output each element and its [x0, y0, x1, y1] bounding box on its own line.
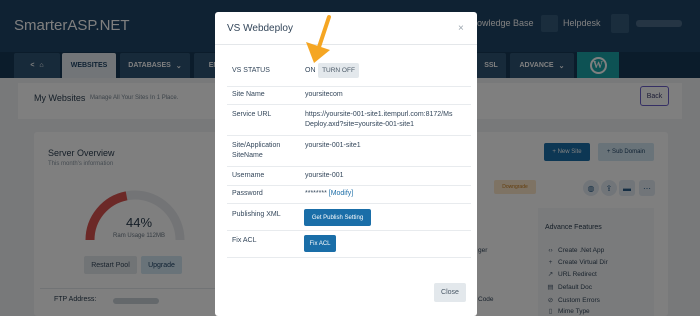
service-url-line1: https://yoursite-001-site1.itempurl.com:…	[305, 111, 453, 118]
site-name-label: Site Name	[232, 91, 265, 98]
username-value: yoursite-001	[305, 172, 344, 179]
app-sitename-label-line2: SiteName	[232, 152, 263, 159]
close-button[interactable]: Close	[434, 283, 466, 302]
row-divider	[227, 203, 471, 204]
service-url-line2: Deploy.axd?site=yoursite-001-site1	[305, 121, 415, 128]
get-publish-setting-button[interactable]: Get Publish Setting	[304, 209, 371, 226]
username-label: Username	[232, 172, 265, 179]
app-sitename-label-line1: Site/Application	[232, 142, 281, 149]
row-divider	[227, 230, 471, 231]
fix-acl-label: Fix ACL	[232, 237, 257, 244]
password-value: ********	[305, 190, 327, 197]
row-divider	[227, 185, 471, 186]
row-divider	[227, 135, 471, 136]
vs-status-value: ON	[305, 67, 316, 74]
service-url-label: Service URL	[232, 111, 272, 118]
modal-header-divider	[215, 44, 477, 45]
vs-status-label: VS STATUS	[232, 67, 270, 74]
turn-off-button[interactable]: TURN OFF	[318, 63, 359, 78]
modal-title: VS Webdeploy	[227, 23, 293, 34]
row-divider	[227, 86, 471, 87]
password-label: Password	[232, 190, 263, 197]
close-icon[interactable]: ×	[458, 23, 464, 34]
vs-webdeploy-modal	[215, 12, 477, 316]
modify-password-link[interactable]: [Modify]	[329, 190, 354, 197]
app-sitename-value: yoursite-001-site1	[305, 142, 361, 149]
password-row: ******** [Modify]	[305, 189, 353, 199]
row-divider	[227, 257, 471, 258]
publishing-xml-label: Publishing XML	[232, 211, 281, 218]
site-name-value: yoursitecom	[305, 91, 343, 98]
row-divider	[227, 104, 471, 105]
fix-acl-button[interactable]: Fix ACL	[304, 235, 336, 252]
annotation-arrow-icon	[306, 15, 331, 63]
row-divider	[227, 166, 471, 167]
